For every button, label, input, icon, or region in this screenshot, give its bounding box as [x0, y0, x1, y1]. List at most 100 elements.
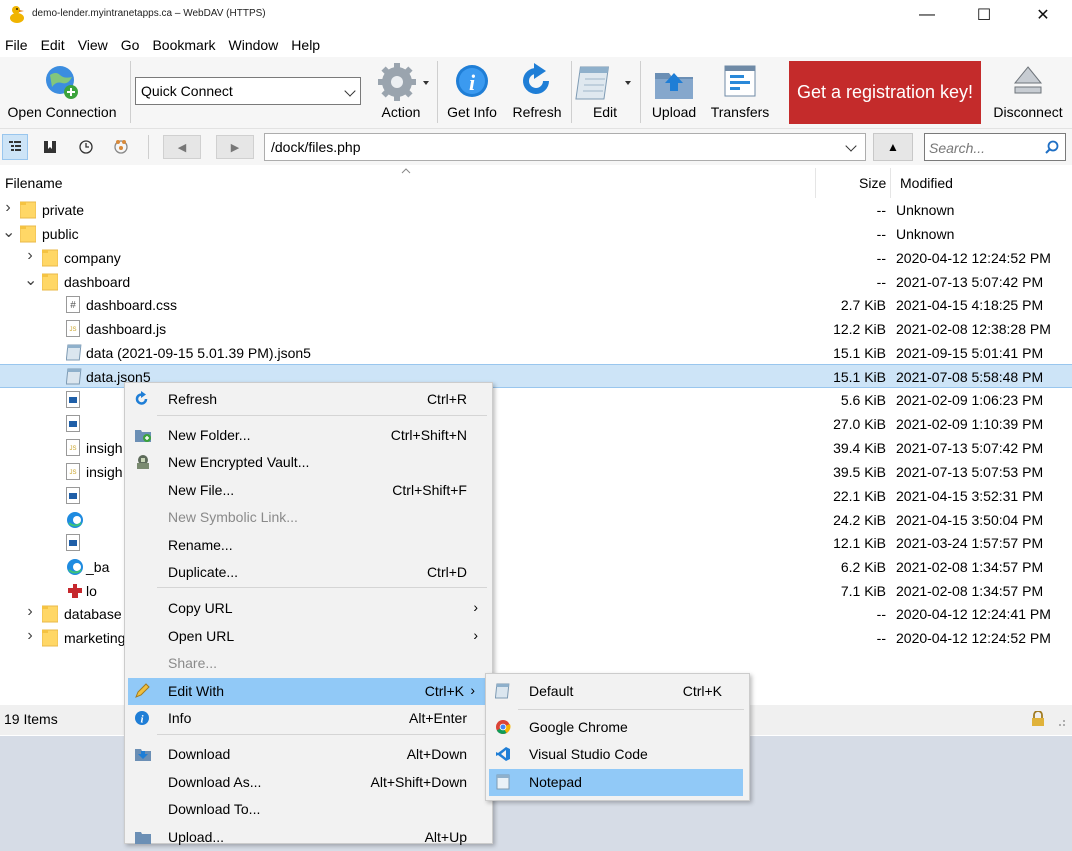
file-row[interactable]: # dashboard.css 2.7 KiB 2021-04-15 4:18:25 …: [0, 293, 1072, 316]
file-size: 24.2 KiB: [833, 512, 886, 528]
menu-window[interactable]: Window: [224, 34, 287, 56]
bonjour-button[interactable]: [108, 134, 134, 160]
path-dropdown[interactable]: /dock/files.php: [264, 133, 866, 161]
resize-grip-icon[interactable]: [1056, 717, 1066, 727]
menu-item-new-folder[interactable]: New Folder... Ctrl+Shift+N: [125, 422, 492, 449]
menu-item-download-to[interactable]: Download To...: [125, 796, 492, 823]
collapsed-chevron-icon[interactable]: ›: [24, 247, 36, 265]
file-modified: 2021-02-08 1:34:57 PM: [896, 559, 1044, 575]
edit-button[interactable]: Edit: [574, 57, 636, 128]
file-modified: 2021-09-15 5:01:41 PM: [896, 345, 1044, 361]
search-input[interactable]: Search...: [924, 133, 1066, 161]
file-name: company: [64, 250, 121, 266]
path-bar: ◀ ▶ /dock/files.php ▲ Search...: [0, 129, 1072, 165]
menu-item-share: Share...: [125, 650, 492, 677]
menu-item-download[interactable]: Download Alt+Down: [125, 741, 492, 768]
file-size: 27.0 KiB: [833, 416, 886, 432]
css-file-icon: #: [66, 296, 80, 316]
refresh-button[interactable]: Refresh: [506, 57, 568, 128]
file-row[interactable]: data (2021-09-15 5.01.39 PM).json5 15.1 K…: [0, 341, 1072, 364]
bookmark-icon: [44, 141, 56, 153]
up-arrow-icon: ▲: [887, 140, 899, 154]
menu-item-upload[interactable]: Upload... Alt+Up: [125, 824, 492, 851]
disconnect-button[interactable]: Disconnect: [986, 57, 1070, 128]
menu-item-duplicate[interactable]: Duplicate... Ctrl+D: [125, 559, 492, 586]
file-size: 15.1 KiB: [833, 369, 886, 385]
menu-item-label: Download: [168, 746, 231, 762]
editor-option-notepad[interactable]: Notepad: [489, 769, 743, 796]
menu-go[interactable]: Go: [116, 34, 148, 56]
refresh-label: Refresh: [512, 104, 562, 120]
collapsed-chevron-icon[interactable]: ›: [24, 603, 36, 621]
open-connection-button[interactable]: Open Connection: [0, 57, 124, 128]
minimize-button[interactable]: —: [898, 0, 956, 30]
menu-item-download-as[interactable]: Download As... Alt+Shift+Down: [125, 769, 492, 796]
lock-icon: [1032, 711, 1044, 726]
registration-key-button[interactable]: Get a registration key!: [789, 61, 981, 124]
collapsed-chevron-icon[interactable]: ›: [24, 627, 36, 645]
edge-file-icon: [66, 511, 84, 532]
menu-item-new-encrypted-vault[interactable]: New Encrypted Vault...: [125, 449, 492, 476]
filename-column-header[interactable]: Filename: [5, 175, 63, 191]
folder-icon: [19, 201, 37, 222]
menu-file[interactable]: File: [0, 34, 36, 56]
menu-item-label: Info: [168, 710, 192, 726]
folder-row[interactable]: › private -- Unknown: [0, 198, 1072, 221]
menu-item-copy-url[interactable]: Copy URL ›: [125, 595, 492, 622]
collapsed-chevron-icon[interactable]: ›: [2, 199, 14, 217]
file-modified: Unknown: [896, 202, 955, 218]
js-file-icon: JS: [66, 320, 80, 340]
transfers-button[interactable]: Transfers: [706, 57, 774, 128]
expanded-chevron-icon[interactable]: ⌄: [2, 222, 15, 242]
eject-icon: [1013, 66, 1043, 94]
submenu-arrow-icon: ›: [473, 599, 478, 615]
menu-help[interactable]: Help: [286, 34, 328, 56]
parent-directory-button[interactable]: ▲: [873, 133, 913, 161]
modified-column-header[interactable]: Modified: [900, 175, 953, 191]
notepad-icon: [495, 774, 511, 793]
editor-option-default[interactable]: Default Ctrl+K: [486, 678, 749, 705]
menu-item-shortcut: Ctrl+Shift+F: [392, 482, 467, 498]
doc-file-icon: [66, 534, 80, 554]
quick-connect-combo[interactable]: Quick Connect: [135, 77, 361, 105]
menu-item-new-file[interactable]: New File... Ctrl+Shift+F: [125, 477, 492, 504]
menu-view[interactable]: View: [73, 34, 116, 56]
menu-item-info[interactable]: i Info Alt+Enter: [125, 705, 492, 732]
maximize-button[interactable]: ☐: [955, 0, 1013, 30]
file-row[interactable]: JS dashboard.js 12.2 KiB 2021-02-08 12:38:2…: [0, 317, 1072, 340]
menu-bookmark[interactable]: Bookmark: [147, 34, 223, 56]
size-column-header[interactable]: Size: [859, 175, 886, 191]
outline-view-button[interactable]: [2, 134, 28, 160]
close-button[interactable]: ✕: [1014, 0, 1072, 30]
bookmarks-button[interactable]: [37, 134, 63, 160]
menu-item-edit-with[interactable]: Edit With Ctrl+K ›: [128, 678, 489, 705]
doc-file-icon: [66, 391, 80, 411]
submenu-arrow-icon: ›: [470, 682, 475, 698]
forward-button[interactable]: ▶: [216, 135, 254, 159]
get-info-button[interactable]: i Get Info: [440, 57, 504, 128]
menu-item-open-url[interactable]: Open URL ›: [125, 623, 492, 650]
file-name: lo: [86, 583, 97, 599]
file-modified: 2021-02-09 1:06:23 PM: [896, 392, 1044, 408]
back-button[interactable]: ◀: [163, 135, 201, 159]
expanded-chevron-icon[interactable]: ⌄: [24, 270, 37, 290]
menu-edit[interactable]: Edit: [36, 34, 73, 56]
editor-option-visual-studio-code[interactable]: Visual Studio Code: [486, 741, 749, 768]
svg-text:JS: JS: [69, 327, 76, 333]
disconnect-label: Disconnect: [993, 104, 1063, 120]
folder-row[interactable]: ⌄ dashboard -- 2021-07-13 5:07:42 PM: [0, 270, 1072, 293]
editor-option-google-chrome[interactable]: Google Chrome: [486, 714, 749, 741]
folder-row[interactable]: › company -- 2020-04-12 12:24:52 PM: [0, 246, 1072, 269]
menu-item-shortcut: Alt+Shift+Down: [370, 774, 468, 790]
current-path: /dock/files.php: [271, 139, 361, 155]
toolbar-separator: [148, 135, 149, 159]
new-folder-icon: [134, 427, 152, 446]
folder-row[interactable]: ⌄ public -- Unknown: [0, 222, 1072, 245]
history-button[interactable]: [73, 134, 99, 160]
menu-item-rename[interactable]: Rename...: [125, 532, 492, 559]
action-button[interactable]: Action: [366, 57, 436, 128]
menu-item-label: Duplicate...: [168, 564, 239, 580]
upload-button[interactable]: Upload: [644, 57, 704, 128]
chevron-down-icon: [845, 140, 857, 152]
menu-item-refresh[interactable]: Refresh Ctrl+R: [125, 386, 492, 413]
